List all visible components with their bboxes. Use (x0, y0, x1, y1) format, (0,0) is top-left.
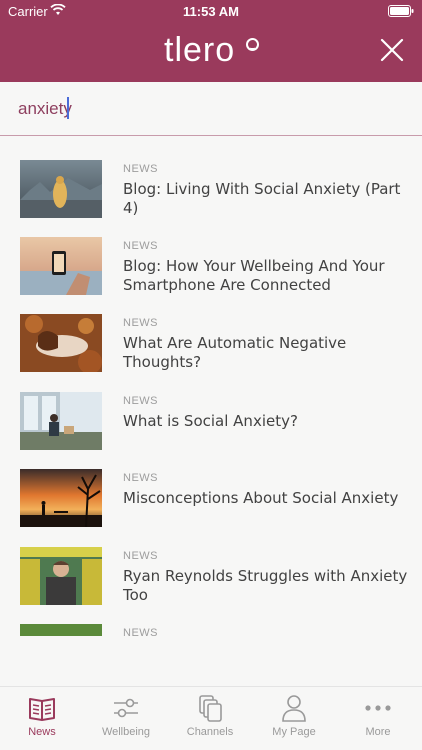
status-time: 11:53 AM (183, 4, 239, 19)
copy-icon (199, 695, 222, 722)
tab-wellbeing[interactable]: Wellbeing (84, 687, 168, 750)
text-caret (67, 97, 69, 119)
list-item[interactable]: NEWS What Are Automatic Negative Thought… (0, 314, 422, 391)
result-tag: NEWS (123, 395, 158, 407)
thumbnail-image (20, 237, 102, 295)
list-item[interactable]: NEWS Blog: How Your Wellbeing And Your S… (0, 237, 422, 314)
thumbnail-image (20, 314, 102, 372)
result-tag: NEWS (123, 240, 158, 252)
tab-my-page[interactable]: My Page (252, 687, 336, 750)
thumbnail-image (20, 547, 102, 605)
book-icon (29, 698, 55, 721)
tab-channels[interactable]: Channels (168, 687, 252, 750)
logo-mark-icon (246, 38, 259, 51)
result-title: What is Social Anxiety? (123, 412, 298, 430)
tab-bar: News Wellbeing Channels My Page More (0, 686, 422, 750)
tab-label: My Page (272, 726, 316, 738)
app-logo: tlero (164, 31, 236, 69)
tab-label: News (28, 726, 56, 738)
result-title: Blog: How Your Wellbeing And Your Smartp… (123, 257, 385, 294)
list-item[interactable]: NEWS Blog: Living With Social Anxiety (P… (0, 160, 422, 237)
list-item[interactable]: NEWS What is Social Anxiety? (0, 392, 422, 469)
result-tag: NEWS (123, 317, 158, 329)
result-title: Ryan Reynolds Struggles with Anxiety Too (123, 567, 408, 604)
result-title: Blog: Living With Social Anxiety (Part 4… (123, 180, 401, 217)
thumbnail-image (20, 392, 102, 450)
list-item[interactable]: NEWS Ryan Reynolds Struggles with Anxiet… (0, 547, 422, 624)
search-bar (0, 82, 422, 136)
list-item[interactable]: NEWS Misconceptions About Social Anxiety (0, 469, 422, 546)
list-item[interactable]: NEWS (0, 624, 422, 636)
thumbnail-image (20, 160, 102, 218)
result-tag: NEWS (123, 163, 158, 175)
battery-icon (388, 5, 414, 17)
result-tag: NEWS (123, 550, 158, 562)
result-title: What Are Automatic Negative Thoughts? (123, 334, 347, 371)
search-input[interactable] (18, 96, 404, 122)
results-list: NEWS Blog: Living With Social Anxiety (P… (0, 136, 422, 636)
status-bar: Carrier 11:53 AM (0, 0, 422, 22)
tab-more[interactable]: More (336, 687, 420, 750)
sliders-icon (114, 698, 138, 718)
thumbnail-image (20, 624, 102, 636)
result-tag: NEWS (123, 627, 158, 636)
tab-label: More (365, 726, 391, 738)
thumbnail-image (20, 469, 102, 527)
more-icon (365, 705, 391, 711)
result-title: Misconceptions About Social Anxiety (123, 489, 399, 507)
app-header: Carrier 11:53 AM tlero (0, 0, 422, 82)
tab-label: Channels (186, 726, 234, 738)
result-tag: NEWS (123, 472, 158, 484)
tab-label: Wellbeing (101, 726, 151, 738)
tab-news[interactable]: News (0, 687, 84, 750)
close-icon[interactable] (380, 38, 404, 62)
person-icon (282, 695, 306, 722)
